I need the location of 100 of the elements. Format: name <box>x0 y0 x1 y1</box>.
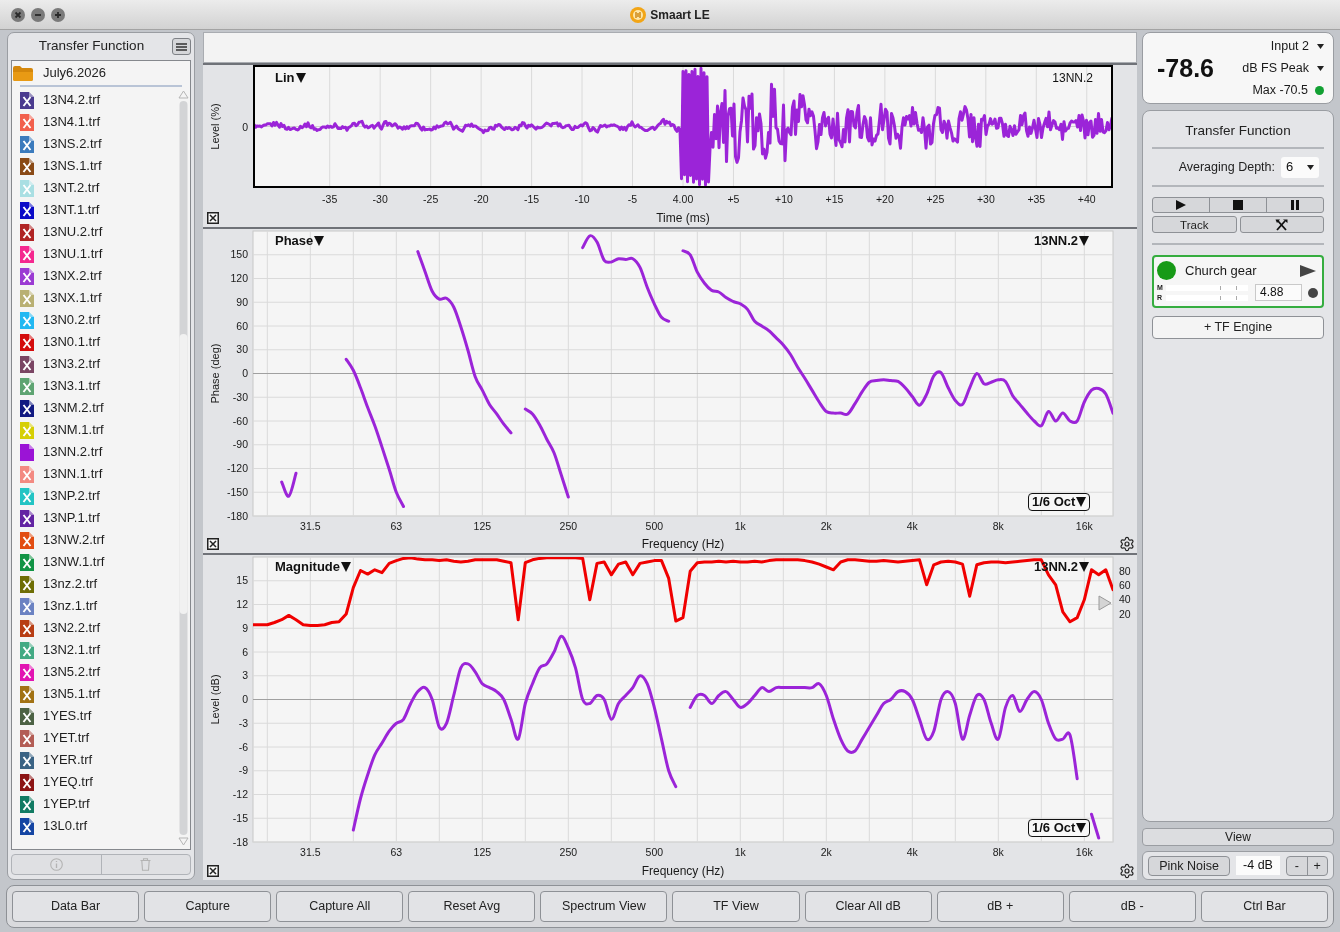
file-item[interactable]: 13NM.2.trf <box>20 398 104 418</box>
file-item[interactable]: 13NP.2.trf <box>20 486 100 506</box>
menu-button[interactable] <box>172 38 191 55</box>
toolbar-button[interactable]: Data Bar <box>12 891 140 922</box>
axis-tick-label: 12 <box>236 598 248 610</box>
stepper-button[interactable]: - <box>1287 856 1307 875</box>
dot-icon[interactable] <box>1308 287 1318 298</box>
file-item[interactable]: 13N5.1.trf <box>20 684 101 704</box>
minimize-icon[interactable] <box>31 7 45 22</box>
input-dropdown[interactable]: Input 2 <box>1270 36 1324 56</box>
plot-type-dropdown[interactable]: Phase <box>275 233 325 248</box>
tools-button[interactable] <box>1239 216 1324 233</box>
file-item[interactable]: 13N4.2.trf <box>20 90 101 110</box>
axis-tick-label: -30 <box>372 193 388 205</box>
axis-tick-label: +10 <box>775 193 793 205</box>
settings-icon[interactable] <box>1119 536 1135 552</box>
caret-icon <box>1317 43 1324 49</box>
toolbar-button[interactable]: Capture All <box>276 891 404 922</box>
file-item[interactable]: 13N5.2.trf <box>20 662 101 682</box>
maximize-icon[interactable] <box>51 7 65 22</box>
close-icon[interactable] <box>11 7 25 22</box>
axis-tick-label: 20 <box>1119 607 1131 620</box>
toolbar-button[interactable]: Reset Avg <box>408 891 536 922</box>
file-item[interactable]: 13NW.2.trf <box>20 530 105 550</box>
axis-tick-label: -25 <box>423 193 439 205</box>
smoothing-dropdown[interactable]: 1/6 Oct <box>1028 819 1091 837</box>
axis-tick-label: 1k <box>734 520 746 532</box>
toolbar-button[interactable]: dB - <box>1068 891 1196 922</box>
file-item[interactable]: 1YET.trf <box>20 728 90 748</box>
toolbar-button[interactable]: Clear All dB <box>804 891 932 922</box>
toolbar-button[interactable]: Ctrl Bar <box>1200 891 1328 922</box>
play-icon[interactable] <box>1300 264 1316 277</box>
menu-icon <box>176 42 187 51</box>
track-button[interactable]: Track <box>1152 216 1237 233</box>
file-item[interactable]: 13L0.trf <box>20 816 88 836</box>
axis-tick-label: 60 <box>236 319 248 332</box>
file-item[interactable]: 13NP.1.trf <box>20 508 100 528</box>
smoothing-dropdown[interactable]: 1/6 Oct <box>1028 493 1091 511</box>
file-item[interactable]: 13NT.1.trf <box>20 200 100 220</box>
file-item[interactable]: 13nz.1.trf <box>20 596 98 616</box>
toolbar-button[interactable]: Capture <box>144 891 272 922</box>
close-icon[interactable] <box>207 865 219 877</box>
file-item[interactable]: 1YES.trf <box>20 706 92 726</box>
file-item[interactable]: 13N4.1.trf <box>20 112 101 132</box>
axis-tick-label: +25 <box>926 193 945 205</box>
scrollbar[interactable] <box>178 89 189 847</box>
axis-tick-label: 6 <box>242 645 248 658</box>
file-item[interactable]: 13NU.1.trf <box>20 244 103 264</box>
units-dropdown[interactable]: dB FS Peak <box>1242 58 1324 78</box>
add-engine-button[interactable]: + TF Engine <box>1152 316 1324 339</box>
file-item[interactable]: 13NN.1.trf <box>20 464 103 484</box>
noise-generator-button[interactable]: Pink Noise <box>1148 855 1230 876</box>
averaging-depth-select[interactable]: 6 <box>1281 156 1319 178</box>
panel-title: Transfer Function <box>1185 121 1291 140</box>
file-item[interactable]: 13N2.2.trf <box>20 618 101 638</box>
file-item[interactable]: 13N3.1.trf <box>20 376 101 396</box>
gain-field[interactable]: -4 dB <box>1236 856 1280 875</box>
toolbar-button[interactable]: Spectrum View <box>540 891 668 922</box>
window-title: Smaart LE <box>650 6 710 24</box>
view-button[interactable]: View <box>1142 828 1334 846</box>
close-icon[interactable] <box>207 212 219 224</box>
trace-dropdown[interactable]: 13NN.2 <box>1033 233 1089 248</box>
averaging-label: Averaging Depth: <box>1178 158 1275 176</box>
close-icon[interactable] <box>207 538 219 550</box>
file-item[interactable]: 13NT.2.trf <box>20 178 100 198</box>
axis-tick-label: 125 <box>473 846 492 858</box>
axis-tick-label: 9 <box>242 621 248 634</box>
toolbar-button[interactable]: TF View <box>672 891 800 922</box>
file-item[interactable]: 13NX.1.trf <box>20 288 102 308</box>
file-item[interactable]: 13NU.2.trf <box>20 222 103 242</box>
file-item[interactable]: 13N0.2.trf <box>20 310 101 330</box>
axis-tick-label: 16k <box>1075 520 1093 532</box>
file-item[interactable]: 13nz.2.trf <box>20 574 98 594</box>
axis-tick-label: -9 <box>238 764 248 777</box>
file-item[interactable]: 13NW.1.trf <box>20 552 105 572</box>
status-light-icon[interactable] <box>1157 261 1176 280</box>
file-item[interactable]: 13NS.1.trf <box>20 156 102 176</box>
file-item[interactable]: 1YEP.trf <box>20 794 90 814</box>
folder-item[interactable]: July6.2026 <box>12 63 106 83</box>
settings-icon[interactable] <box>1119 863 1135 879</box>
axis-title: Level (dB) <box>209 674 221 725</box>
file-item[interactable]: 13NN.2.trf <box>20 442 103 462</box>
engine-name: Church gear <box>1185 261 1257 280</box>
axis-tick-label: 250 <box>559 520 578 532</box>
toolbar-button[interactable]: dB + <box>936 891 1064 922</box>
file-item[interactable]: 13N0.1.trf <box>20 332 101 352</box>
file-item[interactable]: 13NX.2.trf <box>20 266 102 286</box>
file-item[interactable]: 13NS.2.trf <box>20 134 102 154</box>
axis-tick-label: 500 <box>645 846 664 858</box>
stepper-button[interactable]: + <box>1306 856 1327 875</box>
axis-tick-label: -15 <box>524 193 540 205</box>
file-item[interactable]: 13NM.1.trf <box>20 420 104 440</box>
delay-field[interactable]: 4.88 <box>1255 284 1302 301</box>
file-item[interactable]: 13N2.1.trf <box>20 640 101 660</box>
file-item[interactable]: 1YER.trf <box>20 750 93 770</box>
file-item[interactable]: 13N3.2.trf <box>20 354 101 374</box>
axis-tick-label: -15 <box>232 811 248 824</box>
axis-title: Level (%) <box>209 103 221 150</box>
axis-tick-label: 120 <box>230 272 248 284</box>
file-item[interactable]: 1YEQ.trf <box>20 772 93 792</box>
